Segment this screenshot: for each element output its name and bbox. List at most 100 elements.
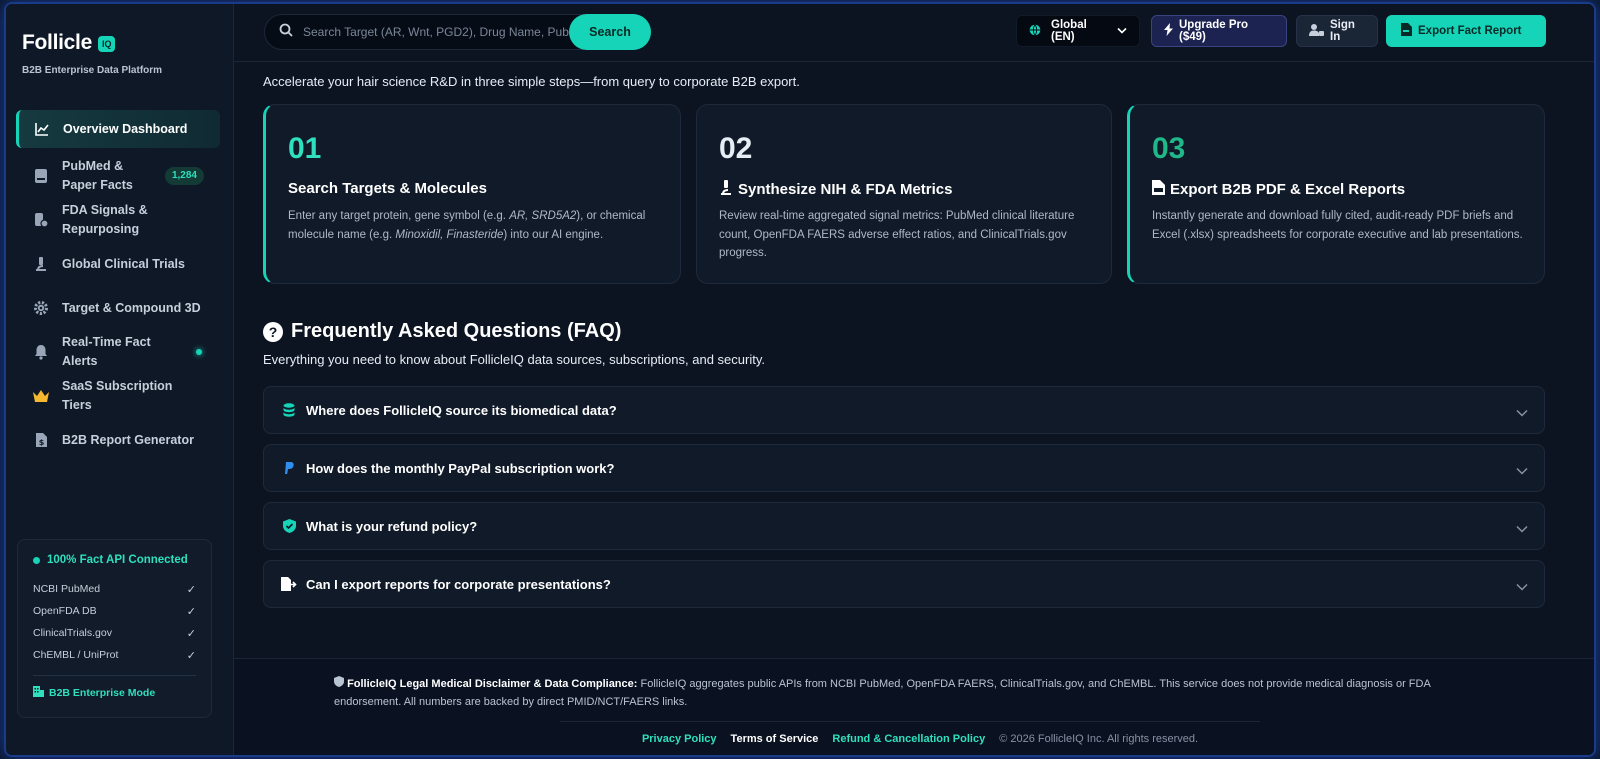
database-icon <box>280 403 298 417</box>
pubmed-count-badge: 1,284 <box>164 167 204 185</box>
microscope-icon <box>719 180 733 199</box>
brand-logo[interactable]: Follicle IQ <box>22 31 116 55</box>
api-source-list: NCBI PubMed ✓ OpenFDA DB ✓ ClinicalTrial… <box>33 578 196 666</box>
faq-item[interactable]: Can I export reports for corporate prese… <box>263 560 1545 608</box>
step-title-text: Export B2B PDF & Excel Reports <box>1170 181 1406 198</box>
api-source-name: ChEMBL / UniProt <box>33 649 119 661</box>
step-number: 02 <box>719 132 753 165</box>
faq-item[interactable]: What is your refund policy? <box>263 502 1545 550</box>
language-label: Global (EN) <box>1051 19 1087 43</box>
faq-question: What is your refund policy? <box>306 518 478 534</box>
step-title-text: Synthesize NIH & FDA Metrics <box>738 181 953 198</box>
faq-question: Where does FollicleIQ source its biomedi… <box>306 402 617 418</box>
page-footer: FollicleIQ Legal Medical Disclaimer & Da… <box>234 658 1594 755</box>
disclaimer-label: FollicleIQ Legal Medical Disclaimer & Da… <box>347 678 638 690</box>
sidebar-item-overview-dashboard[interactable]: Overview Dashboard <box>16 110 220 148</box>
step-card: 01 Search Targets & Molecules Enter any … <box>263 104 681 284</box>
chevron-down-icon <box>1516 462 1528 480</box>
sidebar-item-label: Target & Compound 3D <box>62 300 201 315</box>
user-lock-icon <box>1309 23 1324 39</box>
lightning-icon <box>1164 23 1173 39</box>
sign-in-button[interactable]: Sign In <box>1296 15 1378 47</box>
sidebar-item-report-generator[interactable]: $ B2B Report Generator <box>16 420 220 460</box>
shield-check-icon <box>280 519 298 533</box>
intro-text: Accelerate your hair science R&D in thre… <box>263 74 800 89</box>
terms-of-service-link[interactable]: Terms of Service <box>731 733 819 745</box>
chart-line-icon <box>33 120 51 138</box>
live-indicator-dot <box>196 349 202 355</box>
api-source-row: NCBI PubMed ✓ <box>33 578 196 600</box>
language-selector[interactable]: Global (EN) <box>1016 15 1140 47</box>
sidebar-item-clinical-trials[interactable]: Global Clinical Trials <box>16 244 220 284</box>
divider <box>560 721 1260 722</box>
shield-icon <box>334 676 347 690</box>
api-source-row: ClinicalTrials.gov ✓ <box>33 622 196 644</box>
bell-icon <box>32 343 50 361</box>
faq-heading: ? Frequently Asked Questions (FAQ) <box>263 320 621 343</box>
check-icon: ✓ <box>186 605 196 618</box>
brand-name: Follicle <box>22 31 92 54</box>
sidebar-item-pubmed[interactable]: PubMed & Paper Facts 1,284 <box>16 156 220 196</box>
pill-icon <box>32 211 50 229</box>
sidebar-item-fact-alerts[interactable]: Real-Time Fact Alerts <box>16 332 220 372</box>
step-description: Enter any target protein, gene symbol (e… <box>288 210 646 241</box>
footer-links: Privacy Policy Terms of Service Refund &… <box>234 733 1594 745</box>
app-window: Follicle IQ B2B Enterprise Data Platform… <box>6 4 1594 755</box>
file-pdf-icon <box>1152 180 1165 199</box>
divider <box>33 675 196 676</box>
top-header: Search Global (EN) Upgrade Pro ($49) Sig… <box>234 4 1594 62</box>
sidebar: Follicle IQ B2B Enterprise Data Platform… <box>6 4 234 755</box>
chevron-down-icon <box>1516 578 1528 596</box>
step-title: Export B2B PDF & Excel Reports <box>1152 180 1405 199</box>
check-icon: ✓ <box>186 583 196 596</box>
faq-item[interactable]: How does the monthly PayPal subscription… <box>263 444 1545 492</box>
file-export-icon <box>280 577 298 591</box>
gear-icon <box>32 299 50 317</box>
sidebar-nav: Overview Dashboard PubMed & Paper Facts … <box>16 110 220 460</box>
brand-badge: IQ <box>97 35 116 52</box>
export-fact-report-button[interactable]: Export Fact Report <box>1386 15 1546 47</box>
file-pdf-icon <box>1401 23 1412 39</box>
api-source-row: ChEMBL / UniProt ✓ <box>33 644 196 666</box>
api-source-row: OpenFDA DB ✓ <box>33 600 196 622</box>
file-dollar-icon: $ <box>32 431 50 449</box>
sidebar-item-subscription-tiers[interactable]: SaaS Subscription Tiers <box>16 376 220 416</box>
check-icon: ✓ <box>186 649 196 662</box>
chevron-down-icon <box>1516 404 1528 422</box>
step-title: Search Targets & Molecules <box>288 180 487 197</box>
upgrade-pro-button[interactable]: Upgrade Pro ($49) <box>1151 15 1287 47</box>
step-number: 01 <box>288 132 322 165</box>
sidebar-item-target-compound-3d[interactable]: Target & Compound 3D <box>16 288 220 328</box>
faq-title: Frequently Asked Questions (FAQ) <box>291 320 622 342</box>
question-circle-icon: ? <box>263 321 283 342</box>
brand-tagline: B2B Enterprise Data Platform <box>22 65 163 76</box>
faq-subtitle: Everything you need to know about Follic… <box>263 352 765 367</box>
export-fact-report-label: Export Fact Report <box>1418 25 1522 37</box>
refund-policy-link[interactable]: Refund & Cancellation Policy <box>832 733 985 745</box>
faq-list: Where does FollicleIQ source its biomedi… <box>263 386 1545 618</box>
chevron-down-icon <box>1117 25 1127 37</box>
step-description: Review real-time aggregated signal metri… <box>719 210 1075 259</box>
paypal-icon <box>280 462 298 474</box>
legal-disclaimer: FollicleIQ Legal Medical Disclaimer & Da… <box>334 675 1464 711</box>
faq-item[interactable]: Where does FollicleIQ source its biomedi… <box>263 386 1545 434</box>
chevron-down-icon <box>1516 520 1528 538</box>
api-source-name: ClinicalTrials.gov <box>33 627 112 639</box>
search-input[interactable] <box>303 25 573 39</box>
sidebar-item-label: SaaS Subscription Tiers <box>62 379 173 412</box>
api-source-name: OpenFDA DB <box>33 605 97 617</box>
sign-in-label: Sign In <box>1330 19 1355 43</box>
search-button[interactable]: Search <box>569 14 651 50</box>
sidebar-item-label: Global Clinical Trials <box>62 256 185 271</box>
steps-row: 01 Search Targets & Molecules Enter any … <box>263 104 1545 284</box>
api-status-title: 100% Fact API Connected <box>33 554 196 566</box>
crown-icon <box>32 387 50 405</box>
status-led-icon <box>33 556 40 564</box>
enterprise-mode-indicator: B2B Enterprise Mode <box>33 686 196 700</box>
step-card: 02 Synthesize NIH & FDA Metrics Review r… <box>696 104 1112 284</box>
book-icon <box>32 167 50 185</box>
sidebar-item-fda-signals[interactable]: FDA Signals & Repurposing <box>16 200 220 240</box>
sidebar-item-label: FDA Signals & Repurposing <box>62 203 148 236</box>
faq-question: Can I export reports for corporate prese… <box>306 576 611 592</box>
privacy-policy-link[interactable]: Privacy Policy <box>642 733 717 745</box>
